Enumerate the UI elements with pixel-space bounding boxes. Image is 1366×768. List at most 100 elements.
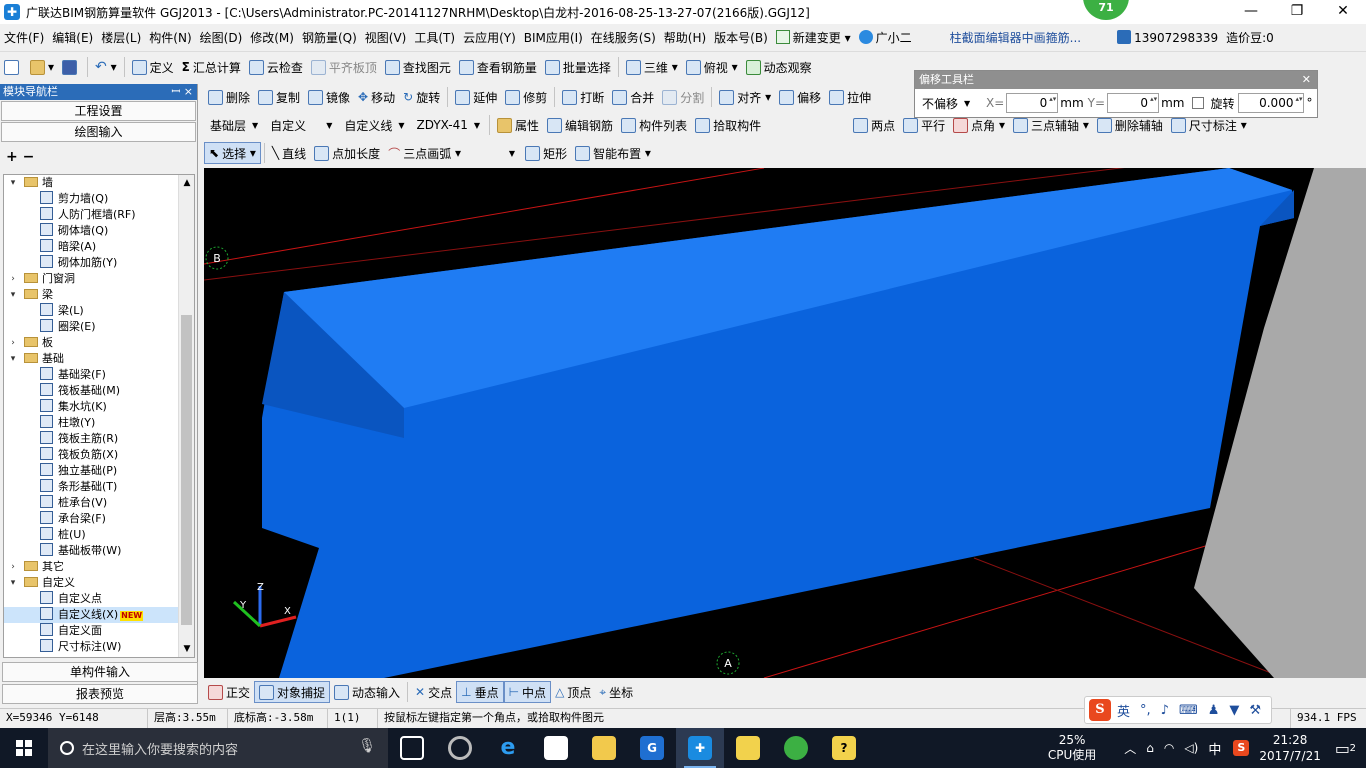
menu-tools[interactable]: 工具(T) (410, 29, 459, 46)
stretch-button[interactable]: 拉伸 (825, 86, 875, 108)
microphone-icon[interactable]: 🎙 (358, 738, 376, 754)
dynamic-orbit-button[interactable]: 动态观察 (742, 56, 816, 78)
properties-button[interactable]: 属性 (493, 114, 543, 136)
y-offset-input[interactable]: 0 (1107, 93, 1160, 113)
taskbar-search-box[interactable]: 在这里输入你要搜索的内容 🎙 (48, 728, 388, 768)
coordinate-snap-button[interactable]: ⌖ 坐标 (595, 681, 637, 703)
tree-item[interactable]: 桩承台(V) (4, 495, 194, 511)
edit-rebar-button[interactable]: 编辑钢筋 (543, 114, 617, 136)
rectangle-button[interactable]: 矩形 (521, 142, 571, 164)
tree-scrollbar[interactable]: ▲ ▼ (178, 175, 194, 657)
taskbar-app-help[interactable]: ? (820, 728, 868, 768)
tree-item[interactable]: 筏板主筋(R) (4, 431, 194, 447)
restore-button[interactable]: ❐ (1274, 0, 1320, 24)
notification-icon[interactable]: ▭ 2 (1335, 739, 1356, 758)
user-account[interactable]: 13907298339 (1113, 30, 1222, 45)
taskbar-app-glodon[interactable]: G (628, 728, 676, 768)
close-icon[interactable]: ✕ (1302, 71, 1311, 89)
punctuation-icon[interactable]: °, (1140, 703, 1151, 718)
tree-item[interactable]: 柱墩(Y) (4, 415, 194, 431)
wrench-icon[interactable]: ⚒ (1249, 703, 1261, 718)
taskbar-app-360[interactable] (772, 728, 820, 768)
type-select[interactable]: 自定义线 ▼ (340, 115, 408, 135)
point-length-button[interactable]: 点加长度 (310, 142, 384, 164)
perpendicular-snap-button[interactable]: ⊥ 垂点 (456, 681, 504, 703)
mirror-button[interactable]: 镜像 (304, 86, 354, 108)
define-button[interactable]: 定义 (128, 56, 178, 78)
new-change-button[interactable]: 新建变更 ▾ (772, 29, 855, 46)
menu-cloud[interactable]: 云应用(Y) (459, 29, 520, 46)
taskbar-app-task-view[interactable] (388, 728, 436, 768)
vertex-snap-button[interactable]: △ 顶点 (551, 681, 595, 703)
menu-rebar[interactable]: 钢筋量(Q) (298, 29, 361, 46)
tree-folder[interactable]: ▾ 自定义 (4, 575, 194, 591)
notice-link[interactable]: 柱截面编辑器中画箍筋... (946, 29, 1085, 46)
microphone-icon[interactable]: ♪ (1161, 703, 1169, 718)
tree-item[interactable]: 条形基础(T) (4, 479, 194, 495)
cloud-check-button[interactable]: 云检查 (245, 56, 307, 78)
save-button[interactable] (58, 56, 84, 78)
project-settings-button[interactable]: 工程设置 (1, 101, 196, 121)
taskbar-app-browser[interactable] (436, 728, 484, 768)
top-view-button[interactable]: 俯视 ▾ (682, 56, 742, 78)
offset-button[interactable]: 偏移 (775, 86, 825, 108)
tree-item[interactable]: 基础梁(F) (4, 367, 194, 383)
wifi-icon[interactable]: ◠ (1164, 741, 1174, 755)
chevron-up-icon[interactable]: ︿ (1124, 740, 1136, 757)
midpoint-snap-button[interactable]: ⊢ 中点 (503, 681, 552, 703)
tree-item[interactable]: 剪力墙(Q) (4, 191, 194, 207)
expand-icon[interactable]: › (8, 559, 18, 575)
two-point-axis-button[interactable]: 两点 (849, 114, 899, 136)
tree-item[interactable]: 自定义面 (4, 623, 194, 639)
start-button[interactable] (0, 728, 48, 768)
collapse-icon[interactable]: ▾ (8, 175, 18, 191)
tree-item[interactable]: 梁(L) (4, 303, 194, 319)
scroll-up-icon[interactable]: ▲ (179, 175, 194, 191)
tree-folder[interactable]: ▾ 梁 (4, 287, 194, 303)
tree-folder[interactable]: › 板 (4, 335, 194, 351)
price-bean[interactable]: 造价豆:0 (1222, 29, 1278, 46)
tree-item[interactable]: 自定义点 (4, 591, 194, 607)
sogou-tray-icon[interactable]: S (1233, 740, 1250, 756)
pick-component-button[interactable]: 拾取构件 (691, 114, 765, 136)
clock[interactable]: 21:28 2017/7/21 (1259, 732, 1321, 764)
expand-icon[interactable]: › (8, 271, 18, 287)
copy-button[interactable]: 复制 (254, 86, 304, 108)
tree-item[interactable]: 筏板负筋(X) (4, 447, 194, 463)
smart-layout-button[interactable]: 智能布置 ▾ (571, 142, 655, 164)
extend-button[interactable]: 延伸 (451, 86, 501, 108)
object-snap-button[interactable]: 对象捕捉 (254, 681, 331, 703)
collapse-icon[interactable]: ▾ (8, 351, 18, 367)
taskbar-app-notes[interactable] (724, 728, 772, 768)
tree-folder[interactable]: ▾ 基础 (4, 351, 194, 367)
menu-edit[interactable]: 编辑(E) (48, 29, 97, 46)
dynamic-input-button[interactable]: 动态输入 (330, 681, 404, 703)
ime-language[interactable]: 英 (1117, 701, 1130, 720)
menu-bim[interactable]: BIM应用(I) (520, 29, 587, 46)
tree-item[interactable]: 集水坑(K) (4, 399, 194, 415)
taskbar-app-ggj[interactable]: ✚ (676, 728, 724, 768)
menu-online[interactable]: 在线服务(S) (587, 29, 660, 46)
menu-view[interactable]: 视图(V) (361, 29, 411, 46)
menu-file[interactable]: 文件(F) (0, 29, 48, 46)
ortho-button[interactable]: 正交 (204, 681, 254, 703)
select-button[interactable]: ⬉ 选择 ▾ (204, 142, 261, 164)
tree-item[interactable]: 砌体加筋(Y) (4, 255, 194, 271)
user-icon[interactable]: ♟ (1208, 703, 1220, 718)
tree-item[interactable]: 自定义线(X) NEW (4, 607, 194, 623)
intersection-snap-button[interactable]: ✕ 交点 (411, 681, 456, 703)
menu-version[interactable]: 版本号(B) (710, 29, 772, 46)
network-icon[interactable]: ⌂ (1146, 741, 1154, 755)
taskbar-app-store[interactable] (532, 728, 580, 768)
collapse-icon[interactable]: ▾ (8, 575, 18, 591)
offset-panel-header[interactable]: 偏移工具栏 ✕ (915, 71, 1317, 89)
drawing-input-button[interactable]: 绘图输入 (1, 122, 196, 142)
tree-folder[interactable]: › 其它 (4, 559, 194, 575)
expand-icon[interactable]: › (8, 335, 18, 351)
offset-mode-select[interactable]: 不偏移 ▼ (920, 93, 982, 113)
taskbar-app-explorer[interactable] (580, 728, 628, 768)
three-d-button[interactable]: 三维 ▾ (622, 56, 682, 78)
scroll-down-icon[interactable]: ▼ (179, 641, 194, 657)
break-button[interactable]: 打断 (558, 86, 608, 108)
summary-calc-button[interactable]: Σ 汇总计算 (178, 56, 245, 78)
